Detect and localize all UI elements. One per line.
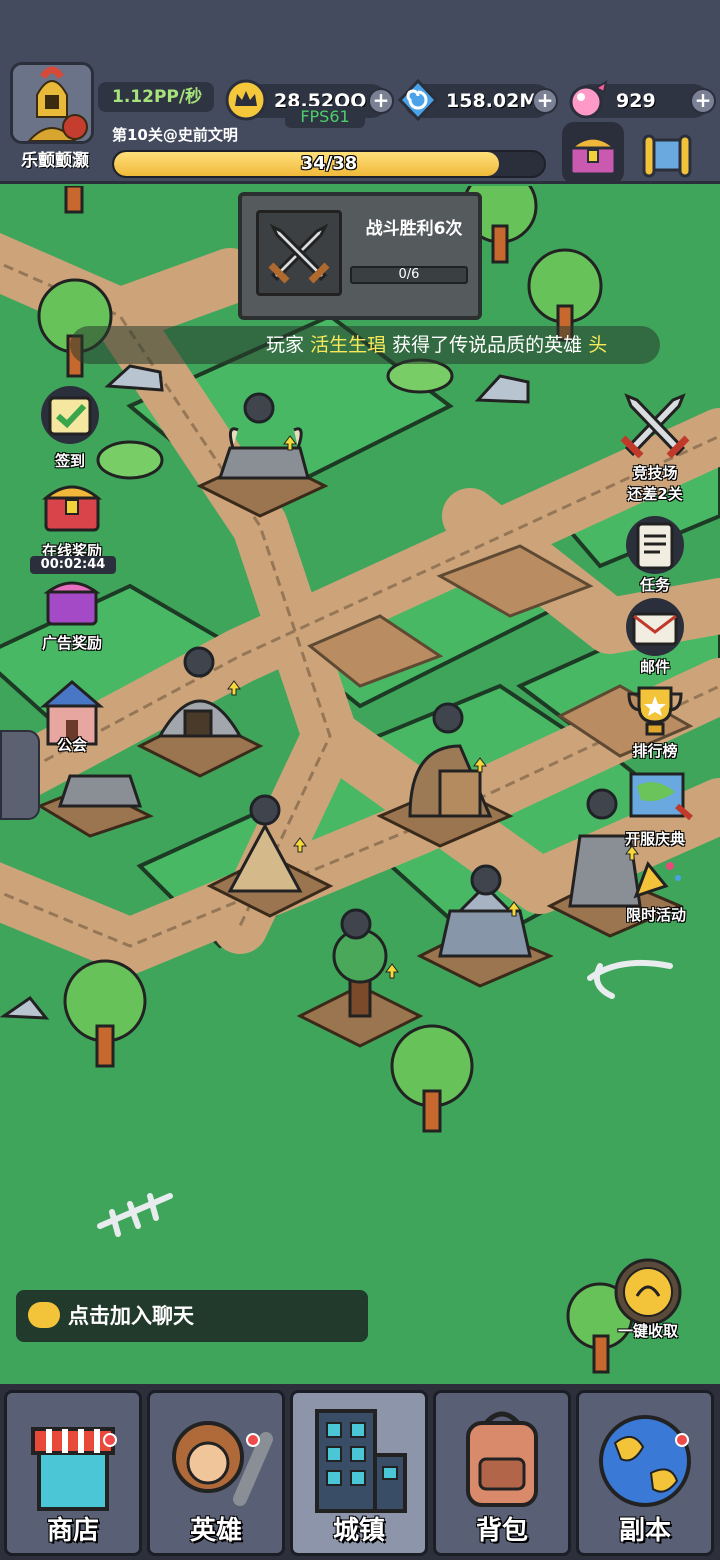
- quest-title: 战斗胜利6次: [365, 219, 463, 239]
- ranking-label: 排行榜: [632, 742, 678, 760]
- currency-candy: 929 +: [569, 79, 716, 119]
- map-scroll-button[interactable]: [636, 122, 698, 184]
- gem-value: 158.02M: [446, 90, 539, 112]
- broadcast-prefix: 玩家: [266, 334, 305, 356]
- quest-card[interactable]: 战斗胜利6次 0/6: [238, 192, 482, 320]
- crown-icon: [225, 79, 267, 121]
- limited-event-label: 限时活动: [625, 906, 686, 924]
- limited-event-button[interactable]: 限时活动: [610, 856, 702, 925]
- backpack-icon: [466, 1411, 538, 1507]
- shop-notification-dot: [103, 1433, 117, 1447]
- tasks-label: 任务: [639, 576, 670, 594]
- chat-bubble-icon: [28, 1302, 60, 1328]
- add-crown-button[interactable]: +: [368, 88, 394, 114]
- player-name: 乐颤颤灏: [21, 151, 89, 171]
- clipboard-icon: [626, 516, 684, 574]
- heroes-notification-dot: [246, 1433, 260, 1447]
- tasks-button[interactable]: 任务: [616, 514, 694, 595]
- spartan-helmet-icon: [13, 65, 91, 141]
- arena-subtitle: 还差2关: [627, 485, 683, 503]
- add-candy-button[interactable]: +: [690, 88, 716, 114]
- treasure-chest-button[interactable]: [562, 122, 624, 184]
- signin-label: 签到: [54, 452, 85, 470]
- income-rate: 1.12PP/秒: [98, 82, 214, 112]
- gift-chest-icon: [41, 485, 103, 532]
- candy-icon: [569, 79, 608, 119]
- crossed-swords-icon: [256, 210, 342, 296]
- tab-heroes-label: 英雄: [189, 1516, 242, 1546]
- treasure-chest-icon: [567, 136, 619, 176]
- arena-title: 竞技场: [632, 464, 678, 482]
- ad-chest-icon: [43, 581, 101, 626]
- fps-counter: FPS61: [285, 106, 365, 128]
- shop-icon: [31, 1427, 115, 1511]
- add-gem-button[interactable]: +: [532, 88, 558, 114]
- scroll-map-icon: [642, 134, 692, 178]
- crossed-swords-icon: [620, 393, 690, 459]
- ad-reward-button[interactable]: 广告奖励: [26, 576, 118, 653]
- broadcast-player[interactable]: 活生生琩: [310, 334, 386, 356]
- broadcast-marquee: 玩家 活生生琩 获得了传说品质的英雄 头: [70, 326, 660, 364]
- arena-button[interactable]: 竞技场 还差2关: [606, 388, 704, 504]
- tab-town-label: 城镇: [332, 1516, 385, 1546]
- tab-shop[interactable]: 商店: [4, 1390, 142, 1556]
- mail-label: 邮件: [639, 658, 670, 676]
- online-reward-button[interactable]: 在线奖励: [26, 474, 118, 561]
- broadcast-text: 获得了传说品质的英雄: [392, 334, 583, 356]
- tab-town[interactable]: 城镇: [290, 1390, 428, 1556]
- bottom-nav: 商店 英雄 城镇 背包 副本: [0, 1384, 720, 1560]
- quest-progress: 0/6: [350, 266, 468, 284]
- building-icon: [315, 1409, 407, 1513]
- mail-button[interactable]: 邮件: [616, 596, 694, 677]
- tab-heroes[interactable]: 英雄: [147, 1390, 285, 1556]
- swirl-gem-icon: [397, 78, 439, 122]
- calendar-check-icon: [41, 386, 99, 444]
- dungeon-notification-dot: [675, 1433, 689, 1447]
- level-progress-bar: 34/38: [112, 150, 546, 178]
- collect-all-button[interactable]: 一键收取: [600, 1256, 696, 1341]
- tab-dungeon-label: 副本: [618, 1516, 671, 1546]
- level-label: 第10关@史前文明: [112, 126, 238, 144]
- tab-dungeon[interactable]: 副本: [576, 1390, 714, 1556]
- signin-button[interactable]: 签到: [30, 384, 110, 471]
- candy-value: 929: [616, 90, 656, 112]
- tab-bag-label: 背包: [475, 1516, 528, 1546]
- scroll-map-icon: [629, 772, 693, 821]
- tab-bag[interactable]: 背包: [433, 1390, 571, 1556]
- status-strip: [0, 0, 720, 56]
- ad-reward-label: 广告奖励: [41, 634, 102, 652]
- caveman-icon: [172, 1421, 273, 1506]
- tab-shop-label: 商店: [46, 1516, 99, 1546]
- trophy-icon: [627, 686, 683, 736]
- envelope-icon: [626, 598, 684, 656]
- globe-icon: [599, 1415, 691, 1507]
- progress-text: 34/38: [300, 153, 358, 174]
- online-reward-timer: 00:02:44: [30, 556, 116, 574]
- guild-button[interactable]: 公会: [24, 676, 120, 755]
- player-avatar[interactable]: [10, 62, 94, 144]
- currency-gem: 158.02M +: [397, 78, 558, 122]
- celebration-label: 开服庆典: [624, 830, 685, 848]
- party-popper-icon: [633, 861, 681, 899]
- chat-label: 点击加入聊天: [68, 1304, 194, 1328]
- chat-bar[interactable]: 点击加入聊天: [16, 1290, 368, 1342]
- broadcast-tail: 头: [588, 334, 608, 356]
- celebration-button[interactable]: 开服庆典: [606, 766, 704, 849]
- ranking-button[interactable]: 排行榜: [612, 680, 698, 761]
- collect-hand-icon: [614, 1258, 682, 1326]
